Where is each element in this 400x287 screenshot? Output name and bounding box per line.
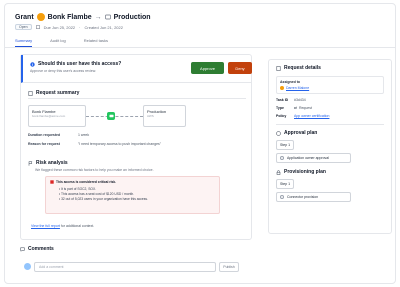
risk-bullet: • It is part of SOC2, SOX. bbox=[59, 187, 97, 191]
assignee-avatar bbox=[280, 86, 284, 90]
user-avatar bbox=[36, 13, 45, 21]
duration-label: Duration requested bbox=[28, 133, 61, 137]
risk-subtitle: We flagged these common risk factors to … bbox=[35, 168, 154, 172]
main-panel: Should this user have this access? Appro… bbox=[20, 54, 252, 240]
risk-bullet: • 32 out of 5,023 users in your organiza… bbox=[59, 197, 148, 201]
approval-step: Step 1 bbox=[276, 140, 295, 150]
comment-icon bbox=[20, 247, 25, 252]
report-line: View the full report for additional cont… bbox=[31, 224, 94, 228]
user-node-email: bonk.flambe@acme.com bbox=[32, 114, 66, 118]
flag-icon bbox=[28, 160, 33, 166]
calendar-icon bbox=[35, 25, 40, 29]
risk-heading: Risk analysis bbox=[28, 160, 68, 166]
user-name[interactable]: Bonk Flambe bbox=[48, 14, 92, 21]
grant-icon bbox=[107, 112, 115, 120]
approve-button[interactable]: Approve bbox=[191, 62, 224, 74]
grant-label: Grant bbox=[15, 13, 34, 21]
commenter-avatar bbox=[24, 263, 31, 270]
resource-node[interactable]: Production AWS bbox=[143, 105, 186, 127]
publish-button[interactable]: Publish bbox=[219, 262, 239, 272]
request-meta: Open Due Jun 25, 2022 · Created Jun 21, … bbox=[15, 24, 123, 30]
assigned-card: Assigned to Darren Malone bbox=[276, 76, 384, 94]
summary-divider bbox=[28, 98, 246, 99]
request-icon: ⇄ bbox=[294, 106, 297, 110]
created-date: Created Jun 21, 2022 bbox=[84, 24, 123, 30]
info-icon bbox=[30, 61, 35, 67]
user-node[interactable]: Bonk Flambe bonk.flambe@acme.com bbox=[28, 105, 86, 127]
due-date: Due Jun 25, 2022 bbox=[43, 24, 76, 30]
risk-bullet: • This access has a seat cost of $120 US… bbox=[59, 192, 135, 196]
tab-divider bbox=[5, 47, 395, 48]
tab-bar: Summary Audit log Related tasks bbox=[15, 38, 108, 47]
comments-section: Comments Add a comment Publish bbox=[20, 246, 252, 280]
tab-audit-log[interactable]: Audit log bbox=[50, 38, 66, 47]
task-id-label: Task ID bbox=[276, 98, 289, 102]
comments-heading: Comments bbox=[20, 246, 54, 252]
risk-callout: This access is considered critical risk.… bbox=[45, 176, 220, 214]
reason-value: "I need temporary access to push importa… bbox=[78, 142, 162, 146]
tab-summary[interactable]: Summary bbox=[15, 38, 33, 47]
document-icon bbox=[276, 65, 281, 71]
policy-link[interactable]: App owner certification bbox=[294, 114, 329, 118]
resource-node-sub: AWS bbox=[147, 114, 154, 118]
resource-icon bbox=[104, 14, 111, 20]
review-question: Should this user have this access? bbox=[38, 61, 122, 67]
review-prompt: Should this user have this access? Appro… bbox=[21, 55, 252, 83]
document-icon bbox=[28, 90, 33, 96]
resource-name[interactable]: Production bbox=[114, 14, 151, 21]
risk-headline: This access is considered critical risk. bbox=[56, 180, 117, 184]
type-row: Type ⇄ Request bbox=[276, 106, 384, 110]
page-title: Grant Bonk Flambe → Production bbox=[15, 13, 151, 21]
task-id-value: #3d434 bbox=[294, 98, 306, 102]
policy-row: Policy App owner certification bbox=[276, 114, 384, 118]
details-panel: Request details Assigned to Darren Malon… bbox=[268, 59, 392, 234]
tab-related-tasks[interactable]: Related tasks bbox=[84, 38, 108, 47]
assignee-link[interactable]: Darren Malone bbox=[286, 86, 309, 90]
status-circle-icon bbox=[280, 156, 284, 160]
provisioning-step: Step 1 bbox=[276, 179, 295, 189]
task-id-row: Task ID #3d434 bbox=[276, 98, 384, 102]
provisioning-item[interactable]: Connector provision bbox=[276, 192, 351, 202]
full-report-link[interactable]: View the full report bbox=[31, 224, 60, 228]
approval-plan-heading: Approval plan bbox=[276, 130, 384, 136]
report-suffix: for additional context. bbox=[60, 224, 95, 228]
comment-input[interactable]: Add a comment bbox=[34, 262, 216, 272]
status-badge: Open bbox=[15, 24, 32, 30]
reason-label: Reason for request bbox=[28, 142, 60, 146]
policy-label: Policy bbox=[276, 114, 287, 118]
lock-icon bbox=[276, 169, 281, 175]
provisioning-plan-heading: Provisioning plan bbox=[276, 169, 384, 175]
status-circle-icon bbox=[280, 195, 284, 199]
reason-row: Reason for request "I need temporary acc… bbox=[28, 142, 161, 146]
type-label: Type bbox=[276, 106, 284, 110]
deny-button[interactable]: Deny bbox=[228, 62, 252, 74]
arrow-icon: → bbox=[94, 13, 102, 21]
warning-icon bbox=[50, 180, 54, 184]
app-window: Grant Bonk Flambe → Production Open Due … bbox=[4, 3, 396, 284]
request-summary-heading: Request summary bbox=[28, 90, 79, 96]
duration-row: Duration requested 1 week bbox=[28, 133, 89, 137]
approval-icon bbox=[276, 130, 281, 136]
assigned-label: Assigned to bbox=[280, 80, 301, 84]
details-heading: Request details bbox=[276, 65, 384, 71]
separator: · bbox=[79, 24, 81, 30]
duration-value: 1 week bbox=[78, 133, 90, 137]
approval-item[interactable]: Application owner approval bbox=[276, 153, 351, 163]
type-value: Request bbox=[298, 106, 312, 110]
